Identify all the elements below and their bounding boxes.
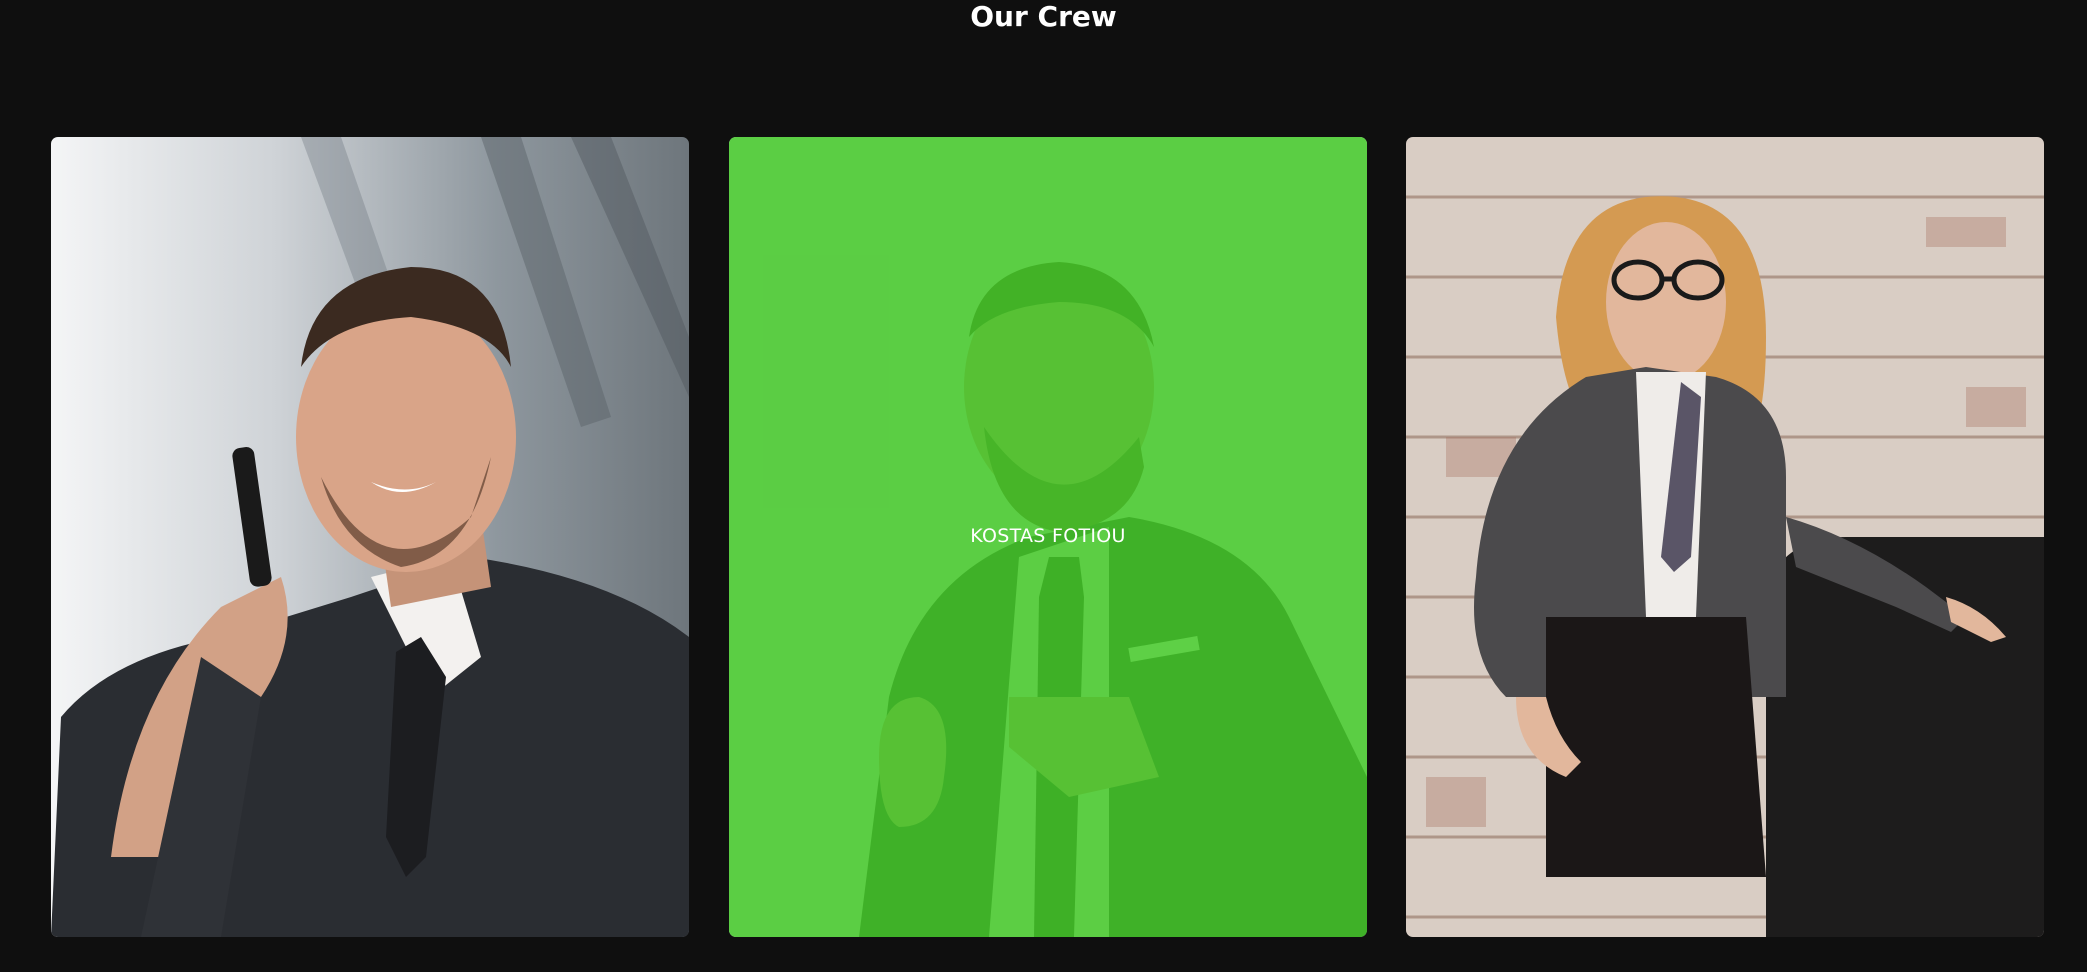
man-on-phone-photo xyxy=(51,137,689,937)
hover-overlay: KOSTAS FOTIOU xyxy=(729,137,1367,937)
crew-member-name: KOSTAS FOTIOU xyxy=(970,524,1126,547)
crew-card-2[interactable]: KOSTAS FOTIOU xyxy=(729,137,1367,937)
section-title: Our Crew xyxy=(970,0,1117,33)
crew-card-3[interactable] xyxy=(1406,137,2044,937)
crew-card-1[interactable] xyxy=(51,137,689,937)
woman-by-brick-wall-photo xyxy=(1406,137,2044,937)
